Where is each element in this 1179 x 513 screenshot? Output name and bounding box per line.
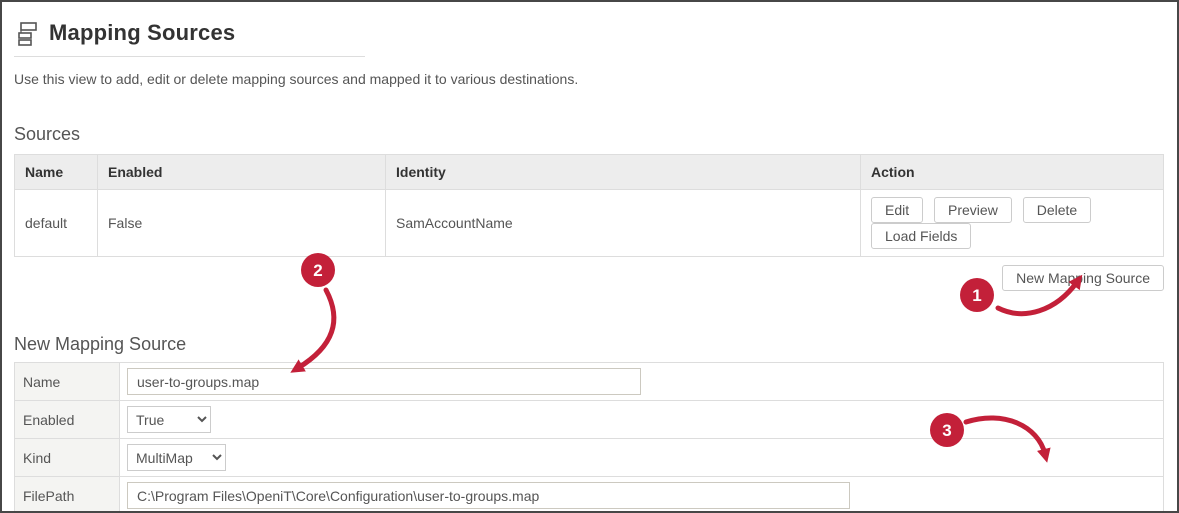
page-title: Mapping Sources: [49, 20, 236, 45]
form-row-enabled: Enabled True: [14, 400, 1164, 439]
kind-label: Kind: [14, 438, 120, 477]
source-name-cell: default: [14, 189, 98, 257]
name-field[interactable]: [127, 368, 641, 395]
column-header-identity: Identity: [385, 154, 861, 190]
page-header: Mapping Sources: [14, 20, 1160, 46]
filepath-label: FilePath: [14, 476, 120, 511]
delete-button[interactable]: Delete: [1022, 197, 1092, 223]
preview-button[interactable]: Preview: [934, 197, 1012, 223]
table-row: default False SamAccountName Edit Previe…: [14, 189, 1164, 257]
new-mapping-source-form: Name Enabled True Kind: [14, 362, 1164, 511]
source-identity-cell: SamAccountName: [385, 189, 861, 257]
sources-heading: Sources: [14, 124, 81, 144]
mapping-sources-icon: [18, 22, 37, 46]
source-enabled-cell: False: [97, 189, 386, 257]
form-row-name: Name: [14, 362, 1164, 401]
page: Mapping Sources Use this view to add, ed…: [0, 0, 1179, 513]
source-action-cell: Edit Preview Delete Load Fields: [860, 189, 1164, 257]
column-header-enabled: Enabled: [97, 154, 386, 190]
title-divider: [14, 56, 365, 57]
page-description: Use this view to add, edit or delete map…: [14, 71, 579, 87]
name-label: Name: [14, 362, 120, 401]
column-header-action: Action: [860, 154, 1164, 190]
edit-button[interactable]: Edit: [871, 197, 924, 223]
enabled-label: Enabled: [14, 400, 120, 439]
form-row-kind: Kind MultiMap: [14, 438, 1164, 477]
enabled-select[interactable]: True: [127, 406, 211, 433]
new-mapping-source-heading: New Mapping Source: [14, 334, 187, 354]
sources-table: Name Enabled Identity Action default Fal…: [14, 154, 1164, 257]
new-mapping-source-button[interactable]: New Mapping Source: [1002, 265, 1164, 291]
column-header-name: Name: [14, 154, 98, 190]
sources-table-header-row: Name Enabled Identity Action: [14, 154, 1164, 190]
form-row-filepath: FilePath: [14, 476, 1164, 511]
kind-select[interactable]: MultiMap: [127, 444, 226, 471]
load-fields-button[interactable]: Load Fields: [871, 223, 972, 249]
filepath-field[interactable]: [127, 482, 850, 509]
